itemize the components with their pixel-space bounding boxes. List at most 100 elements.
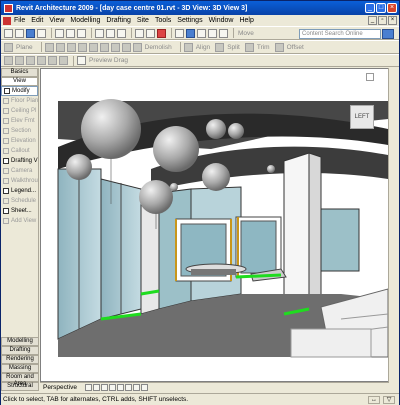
tool-modify[interactable]: Modify	[1, 86, 38, 96]
tool-legend[interactable]: Legend...	[1, 186, 38, 196]
shadows-icon[interactable]	[92, 384, 100, 391]
tab-rendering[interactable]: Rendering	[1, 355, 39, 364]
paste-icon[interactable]	[77, 28, 86, 38]
tool-camera[interactable]: Camera	[1, 166, 38, 176]
hide-isolate-icon[interactable]	[132, 384, 140, 391]
menu-window[interactable]: Window	[209, 17, 234, 24]
tool-add-view[interactable]: Add View	[1, 216, 38, 226]
measure-icon[interactable]	[117, 28, 126, 38]
tool-elevation[interactable]: Elevation	[1, 136, 38, 146]
plane-button[interactable]: Plane	[16, 44, 33, 51]
tool-callout[interactable]: Callout	[1, 146, 38, 156]
viewcube[interactable]: LEFT	[350, 105, 374, 129]
tab-massing[interactable]: Massing	[1, 364, 39, 373]
cut-icon[interactable]	[55, 28, 64, 38]
tab-modelling[interactable]: Modelling	[1, 337, 39, 346]
move-button[interactable]: Move	[238, 30, 254, 37]
tool-floor-plan[interactable]: Floor Plan	[1, 96, 38, 106]
doc-minimize-button[interactable]: _	[368, 16, 377, 25]
press-drag-icon[interactable]: ↔	[368, 396, 380, 404]
options-icon-4[interactable]	[37, 56, 46, 65]
open-file-icon[interactable]	[15, 28, 24, 38]
group-icon[interactable]	[110, 42, 120, 52]
content-search-input[interactable]: Content Search Online	[299, 29, 381, 39]
copy-tool-icon[interactable]	[55, 42, 65, 52]
redo-icon[interactable]	[106, 28, 115, 38]
document-icon[interactable]	[3, 16, 11, 25]
section-box-icon[interactable]	[197, 28, 206, 38]
pin-icon[interactable]	[208, 28, 217, 38]
align-button[interactable]: Align	[196, 44, 210, 51]
tool-ceiling-pl[interactable]: Ceiling Pl	[1, 106, 38, 116]
vertical-scrollbar[interactable]	[388, 68, 399, 382]
maximize-button[interactable]: □	[376, 3, 386, 13]
doc-close-button[interactable]: ×	[388, 16, 397, 25]
rotate-icon[interactable]	[66, 42, 76, 52]
show-crop-icon[interactable]	[124, 384, 132, 391]
tab-drafting[interactable]: Drafting	[1, 346, 39, 355]
menu-file[interactable]: File	[14, 17, 25, 24]
dynamic-view-icon[interactable]	[186, 28, 195, 38]
home-view-icon[interactable]	[366, 73, 374, 81]
preview-drag-checkbox[interactable]	[77, 56, 86, 65]
zoom-icon[interactable]	[175, 28, 184, 38]
align-icon[interactable]	[183, 42, 193, 52]
options-icon-2[interactable]	[15, 56, 24, 65]
offset-button[interactable]: Offset	[287, 44, 304, 51]
menu-drafting[interactable]: Drafting	[106, 17, 131, 24]
mirror-icon[interactable]	[77, 42, 87, 52]
array-icon[interactable]	[88, 42, 98, 52]
demolish-icon[interactable]	[132, 42, 142, 52]
model-graphics-style-icon[interactable]	[84, 384, 92, 391]
trim-icon[interactable]	[244, 42, 254, 52]
undo-icon[interactable]	[95, 28, 104, 38]
minimize-button[interactable]: _	[365, 3, 375, 13]
tool-sheet[interactable]: Sheet...	[1, 206, 38, 216]
options-icon-1[interactable]	[4, 56, 13, 65]
menu-help[interactable]: Help	[239, 17, 253, 24]
menu-tools[interactable]: Tools	[155, 17, 171, 24]
tool-section[interactable]: Section	[1, 126, 38, 136]
3d-view-icon[interactable]	[157, 28, 166, 38]
revit-app-icon[interactable]	[4, 3, 13, 13]
menu-site[interactable]: Site	[137, 17, 149, 24]
tool-schedule[interactable]: Schedule	[1, 196, 38, 206]
menu-view[interactable]: View	[49, 17, 64, 24]
copy-icon[interactable]	[66, 28, 75, 38]
reveal-hidden-icon[interactable]	[140, 384, 148, 391]
menu-modelling[interactable]: Modelling	[70, 17, 100, 24]
demolish-button[interactable]: Demolish	[145, 44, 172, 51]
trim-button[interactable]: Trim	[257, 44, 270, 51]
save-icon[interactable]	[26, 28, 35, 38]
tool-walkthrou[interactable]: Walkthrou	[1, 176, 38, 186]
close-button[interactable]: ×	[387, 3, 397, 13]
tab-basics[interactable]: Basics	[1, 68, 38, 77]
perspective-label[interactable]: Perspective	[43, 384, 77, 391]
title-bar[interactable]: Revit Architecture 2009 - [day case cent…	[1, 1, 399, 15]
menu-settings[interactable]: Settings	[177, 17, 202, 24]
options-icon-5[interactable]	[48, 56, 57, 65]
tab-room-and-area[interactable]: Room and Area	[1, 373, 39, 387]
move-icon[interactable]	[44, 42, 54, 52]
menu-edit[interactable]: Edit	[31, 17, 43, 24]
split-icon[interactable]	[215, 42, 225, 52]
doc-restore-button[interactable]: ▫	[378, 16, 387, 25]
options-icon-3[interactable]	[26, 56, 35, 65]
crop-view-icon[interactable]	[116, 384, 124, 391]
workset-icon[interactable]	[219, 28, 228, 38]
tab-view[interactable]: View	[1, 77, 38, 86]
thin-lines-icon[interactable]	[146, 28, 155, 38]
render-icon[interactable]	[108, 384, 116, 391]
plane-icon[interactable]	[4, 42, 13, 52]
sun-path-icon[interactable]	[100, 384, 108, 391]
filter-icon[interactable]: ▽	[383, 396, 395, 404]
split-button[interactable]: Split	[227, 44, 240, 51]
tag-icon[interactable]	[135, 28, 144, 38]
resize-icon[interactable]	[99, 42, 109, 52]
options-icon-6[interactable]	[59, 56, 68, 65]
tab-structural[interactable]: Structural	[1, 382, 39, 391]
offset-icon[interactable]	[274, 42, 284, 52]
print-icon[interactable]	[37, 28, 46, 38]
tool-drafting-v[interactable]: Drafting V	[1, 156, 38, 166]
search-icon[interactable]	[382, 29, 394, 39]
